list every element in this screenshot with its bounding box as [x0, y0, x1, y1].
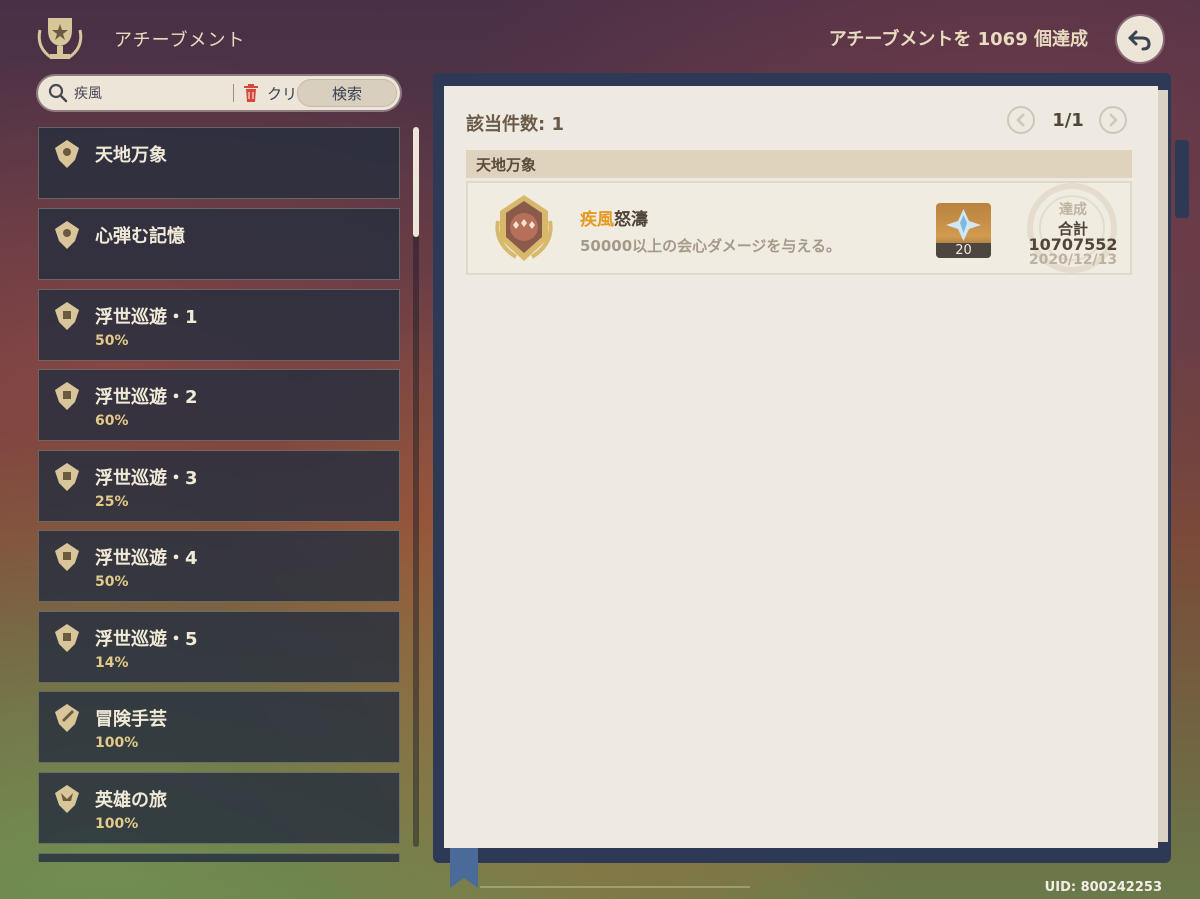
- category-percent: 60%: [95, 413, 129, 429]
- category-badge-icon: [55, 624, 79, 652]
- category-percent: 50%: [95, 333, 129, 349]
- book-bookmark: [450, 848, 478, 888]
- category-item-ukiyo-1[interactable]: 浮世巡遊・1 50%: [38, 289, 400, 361]
- achievement-title-highlight: 疾風: [580, 210, 614, 230]
- category-list: 天地万象 心弾む記憶 浮世巡遊・1 50% 浮世巡遊・2 60% 浮世巡遊・3 …: [38, 127, 402, 862]
- category-badge-icon: [55, 543, 79, 571]
- result-group-header: 天地万象: [466, 150, 1132, 178]
- achievement-emblem-icon: [495, 195, 553, 261]
- category-name: 浮世巡遊・4: [95, 548, 198, 569]
- category-badge-icon: [55, 140, 79, 168]
- category-item-kokoro[interactable]: 心弾む記憶: [38, 208, 400, 280]
- category-name: 浮世巡遊・2: [95, 387, 198, 408]
- category-item-tenchibanshou[interactable]: 天地万象: [38, 127, 400, 199]
- category-badge-icon: [55, 382, 79, 410]
- reward-count: 20: [936, 243, 991, 258]
- search-divider: [233, 84, 234, 102]
- achievement-title: 疾風怒濤: [580, 205, 648, 230]
- page-indicator: 1/1: [1052, 110, 1084, 131]
- chevron-right-icon: [1109, 113, 1118, 127]
- category-percent: 14%: [95, 655, 129, 671]
- category-percent: 100%: [95, 816, 139, 832]
- category-name: 心弾む記憶: [95, 226, 185, 247]
- primogem-reward[interactable]: 20: [936, 203, 991, 258]
- category-percent: 100%: [95, 735, 139, 751]
- achievement-summary: アチーブメントを 1069 個達成: [828, 29, 1088, 50]
- category-badge-icon: [55, 302, 79, 330]
- previous-page-button[interactable]: [1007, 106, 1035, 134]
- next-page-button[interactable]: [1099, 106, 1127, 134]
- category-badge-icon: [55, 463, 79, 491]
- achievement-title-rest: 怒濤: [614, 210, 648, 230]
- bottom-indicator: [480, 886, 750, 888]
- back-button[interactable]: [1117, 16, 1163, 62]
- chevron-left-icon: [1016, 113, 1025, 127]
- stamp-date: 2020/12/13: [1028, 252, 1118, 268]
- category-percent: 25%: [95, 494, 129, 510]
- category-item-partial[interactable]: [38, 853, 400, 862]
- category-name: 浮世巡遊・3: [95, 468, 198, 489]
- stamp-label: 達成: [1059, 202, 1087, 218]
- category-badge-icon: [55, 704, 79, 732]
- page-edge: [1158, 90, 1168, 842]
- trash-icon: [244, 84, 258, 102]
- result-count: 該当件数: 1: [466, 114, 564, 135]
- category-name: 英雄の旅: [95, 790, 167, 811]
- search-button[interactable]: 検索: [297, 79, 397, 107]
- achievement-trophy-icon: [30, 8, 90, 68]
- result-group-title: 天地万象: [476, 156, 537, 174]
- completion-stamp: 達成 合計 10707552 2020/12/13: [1016, 183, 1130, 273]
- category-item-ukiyo-2[interactable]: 浮世巡遊・2 60%: [38, 369, 400, 441]
- category-percent: 50%: [95, 574, 129, 590]
- user-uid: UID: 800242253: [1044, 880, 1162, 895]
- search-bar: クリア 検索: [38, 76, 400, 110]
- page-title: アチーブメント: [114, 30, 246, 51]
- category-name: 浮世巡遊・1: [95, 307, 198, 328]
- category-item-ukiyo-3[interactable]: 浮世巡遊・3 25%: [38, 450, 400, 522]
- search-icon: [48, 83, 68, 103]
- category-item-hero[interactable]: 英雄の旅 100%: [38, 772, 400, 844]
- category-name: 浮世巡遊・5: [95, 629, 198, 650]
- category-scrollbar-thumb[interactable]: [413, 127, 419, 237]
- search-input[interactable]: [74, 81, 224, 105]
- book-side-ribbon: [1175, 140, 1189, 218]
- category-item-ukiyo-5[interactable]: 浮世巡遊・5 14%: [38, 611, 400, 683]
- category-name: 冒険手芸: [95, 709, 167, 730]
- category-badge-icon: [55, 221, 79, 249]
- category-item-craft[interactable]: 冒険手芸 100%: [38, 691, 400, 763]
- category-badge-icon: [55, 785, 79, 813]
- primogem-icon: [946, 209, 981, 241]
- achievement-description: 50000以上の会心ダメージを与える。: [580, 237, 841, 255]
- achievement-card[interactable]: 疾風怒濤 50000以上の会心ダメージを与える。 20 達成 合計 107075…: [466, 181, 1132, 275]
- back-arrow-icon: [1128, 30, 1151, 51]
- category-name: 天地万象: [95, 145, 167, 166]
- category-item-ukiyo-4[interactable]: 浮世巡遊・4 50%: [38, 530, 400, 602]
